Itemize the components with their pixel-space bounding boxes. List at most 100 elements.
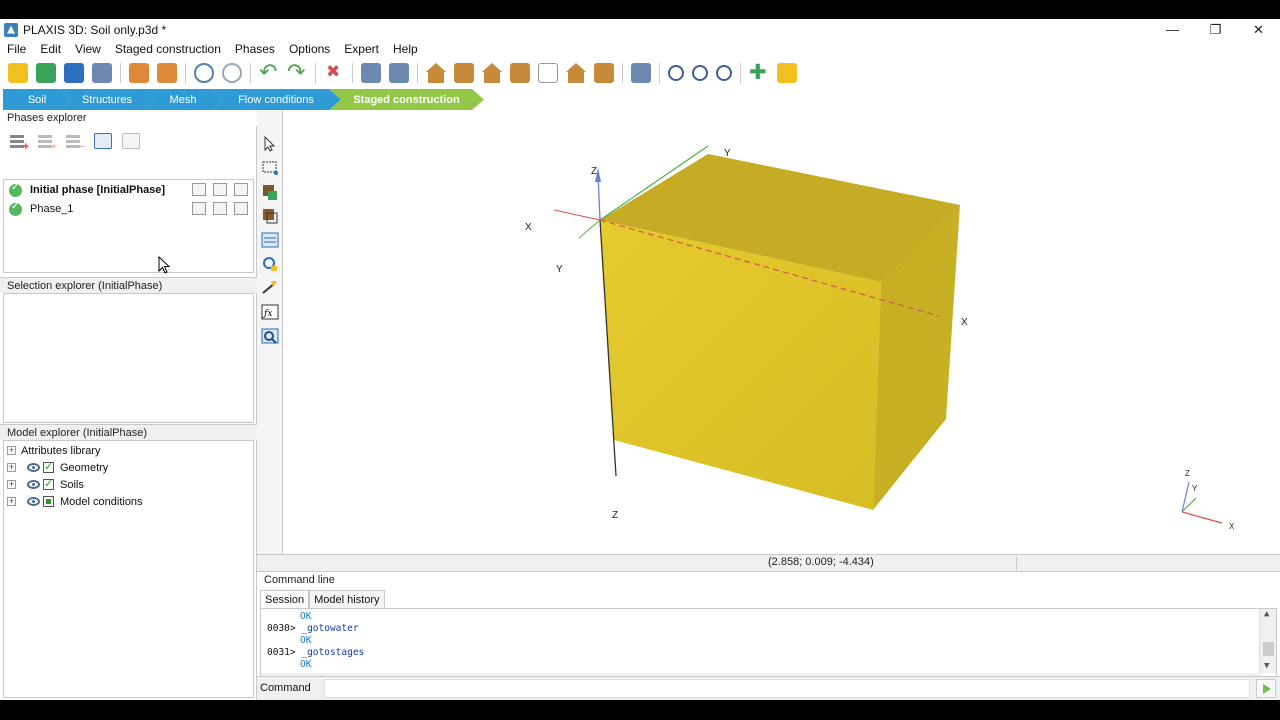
expand-icon[interactable]: + [7, 480, 16, 489]
close-button[interactable]: ✕ [1237, 19, 1280, 40]
change-coordinates-icon[interactable] [261, 207, 279, 225]
visibility-checkbox[interactable] [43, 496, 54, 507]
tab-structures[interactable]: Structures [59, 89, 155, 110]
restore-button[interactable]: ❐ [1194, 19, 1237, 40]
eye-icon[interactable] [27, 480, 40, 489]
tab-mesh[interactable]: Mesh [143, 89, 223, 110]
command-input[interactable] [324, 679, 1250, 698]
eye-icon[interactable] [27, 463, 40, 472]
svg-text:ƒx: ƒx [262, 309, 272, 319]
function-icon[interactable]: ƒx [261, 303, 279, 321]
screen-top-bar [0, 0, 1280, 19]
menu-options[interactable]: Options [282, 42, 337, 56]
scroll-down-icon[interactable]: ▼ [1264, 661, 1269, 671]
vertical-scroll-thumb[interactable] [1263, 642, 1274, 656]
menu-staged-construction[interactable]: Staged construction [108, 42, 228, 56]
save-project-icon[interactable] [64, 63, 84, 83]
tree-label: Soils [60, 478, 84, 491]
undo-icon[interactable] [259, 59, 279, 85]
perspective-view-icon[interactable] [426, 63, 446, 83]
loading-type-icon[interactable] [213, 183, 227, 196]
redo-icon[interactable] [287, 59, 307, 85]
menu-view[interactable]: View [68, 42, 108, 56]
tab-soil[interactable]: Soil [3, 89, 71, 110]
pan-icon[interactable] [749, 60, 769, 85]
3d-viewport[interactable]: Z Y X Y X Z Z Y X [284, 110, 1280, 554]
tree-item-soils[interactable]: + Soils [7, 476, 84, 493]
zoom-out-icon[interactable] [692, 65, 708, 81]
tab-model-history[interactable]: Model history [309, 590, 385, 608]
eye-icon[interactable] [27, 497, 40, 506]
link-icon[interactable] [194, 63, 214, 83]
toolbar-separator [250, 63, 251, 83]
expand-icon[interactable]: + [7, 463, 16, 472]
add-phase-icon[interactable] [10, 133, 29, 153]
visibility-checkbox[interactable] [43, 477, 54, 490]
left-view-icon[interactable] [566, 63, 586, 83]
tree-item-geometry[interactable]: + Geometry [7, 459, 108, 476]
command-tabs: Session Model history [260, 590, 385, 608]
delete-icon[interactable] [324, 62, 344, 83]
copy-phase-icon[interactable] [122, 133, 140, 149]
calculation-type-icon[interactable] [192, 202, 206, 215]
unlink-icon[interactable] [222, 63, 242, 83]
run-command-button[interactable] [1256, 679, 1276, 698]
edit-phase-icon[interactable] [94, 133, 112, 149]
tab-flow-conditions[interactable]: Flow conditions [211, 89, 341, 110]
menu-edit[interactable]: Edit [33, 42, 68, 56]
zoom-window-icon[interactable] [261, 327, 279, 345]
tab-session[interactable]: Session [260, 590, 310, 608]
visibility-checkbox[interactable] [43, 460, 54, 473]
log-line: OK [300, 611, 312, 622]
right-view-icon[interactable] [594, 63, 614, 83]
model-explorer-tree: + Attributes library + Geometry + Soils … [3, 440, 254, 698]
loading-type-icon[interactable] [213, 202, 227, 215]
toolbar-separator [352, 63, 353, 83]
menu-phases[interactable]: Phases [228, 42, 282, 56]
water-pressure-icon[interactable] [234, 183, 248, 196]
insert-phase-icon[interactable] [38, 133, 57, 153]
delete-phase-icon[interactable] [66, 133, 85, 153]
flow-functions-icon[interactable] [261, 231, 279, 249]
calculation-type-icon[interactable] [192, 183, 206, 196]
rotate-icon[interactable] [777, 63, 797, 83]
top-view-icon[interactable] [510, 63, 530, 83]
expand-icon[interactable]: + [7, 446, 16, 455]
draw-line-icon[interactable] [261, 279, 279, 297]
minimize-button[interactable]: — [1151, 19, 1194, 40]
left-panel: Phases explorer Initial phase [InitialPh… [0, 110, 257, 700]
bottom-view-icon[interactable] [538, 63, 558, 83]
selection-explorer-box [3, 293, 254, 423]
toolbar-separator [120, 63, 121, 83]
tab-staged-construction[interactable]: Staged construction [329, 89, 484, 110]
import-icon[interactable] [129, 63, 149, 83]
menu-expert[interactable]: Expert [337, 42, 386, 56]
tree-item-attributes-library[interactable]: + Attributes library [7, 442, 100, 459]
expand-icon[interactable]: + [7, 497, 16, 506]
soil-model-canvas[interactable]: Z Y X Y X Z Z Y X [284, 110, 1280, 554]
copy-screen-icon[interactable] [361, 63, 381, 83]
scroll-up-icon[interactable]: ▲ [1264, 609, 1269, 619]
save-as-icon[interactable] [92, 63, 112, 83]
show-materials-icon[interactable] [261, 183, 279, 201]
export-icon[interactable] [157, 63, 177, 83]
print-icon[interactable] [389, 63, 409, 83]
zoom-extents-icon[interactable] [716, 65, 732, 81]
phase-row-initial[interactable]: Initial phase [InitialPhase] [9, 181, 252, 199]
water-levels-icon[interactable] [261, 255, 279, 273]
water-pressure-icon[interactable] [234, 202, 248, 215]
vertical-scrollbar[interactable]: ▲ ▼ [1259, 609, 1276, 673]
menu-help[interactable]: Help [386, 42, 425, 56]
hide-icon[interactable] [631, 63, 651, 83]
front-view-icon[interactable] [454, 63, 474, 83]
back-view-icon[interactable] [482, 63, 502, 83]
select-pointer-icon[interactable] [261, 135, 279, 153]
phase-row-phase-1[interactable]: Phase_1 [9, 200, 252, 218]
select-rectangle-icon[interactable] [261, 159, 279, 177]
open-project-icon[interactable] [36, 63, 56, 83]
tree-item-model-conditions[interactable]: + Model conditions [7, 493, 143, 510]
new-project-icon[interactable] [8, 63, 28, 83]
cursor-coordinates: (2.858; 0.009; -4.434) [768, 556, 874, 568]
zoom-in-icon[interactable] [668, 65, 684, 81]
menu-file[interactable]: File [0, 42, 33, 56]
